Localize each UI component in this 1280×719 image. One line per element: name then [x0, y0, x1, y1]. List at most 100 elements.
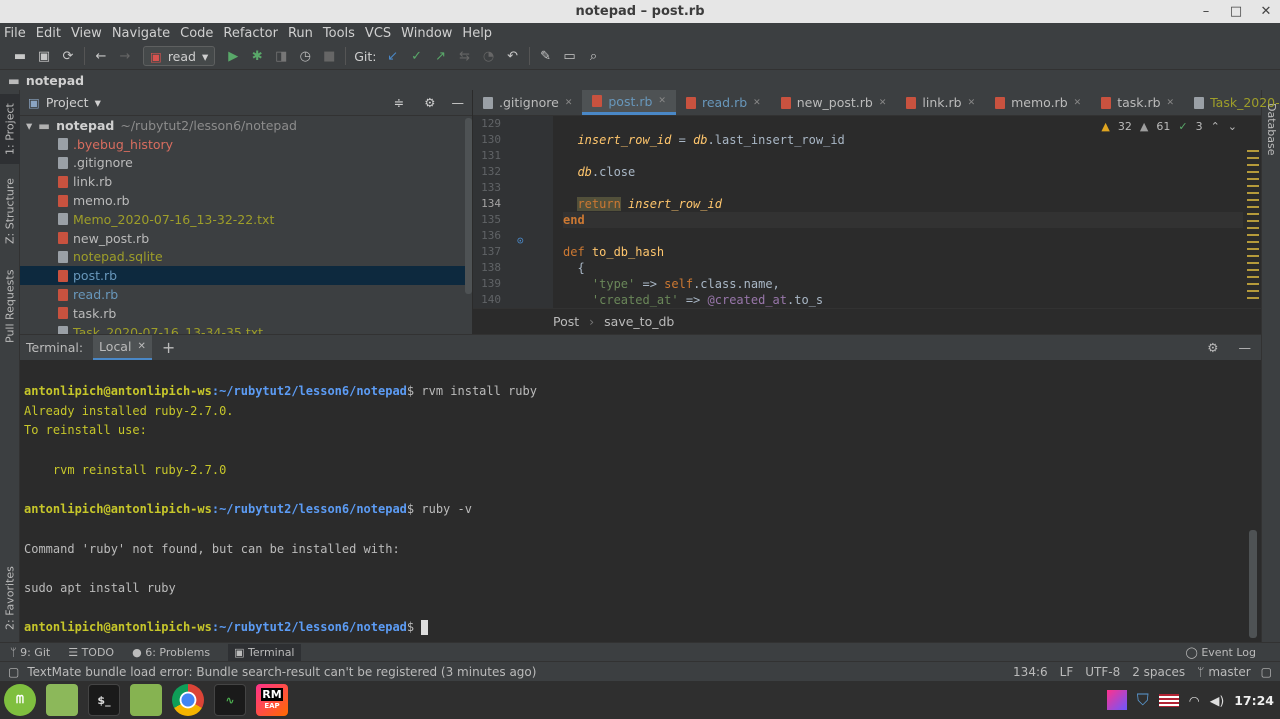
line-separator[interactable]: LF	[1060, 665, 1074, 679]
files-app-icon[interactable]	[130, 684, 162, 716]
rollback-icon[interactable]: ↶	[501, 45, 525, 67]
chevron-down-icon[interactable]: ⌄	[1228, 120, 1237, 133]
side-tab-project[interactable]: 1: Project	[0, 94, 20, 164]
run-config-select[interactable]: ▣ read ▾	[143, 46, 216, 66]
tree-file-item[interactable]: link.rb	[20, 172, 472, 191]
code-view[interactable]: insert_row_id = db.last_insert_row_id db…	[563, 116, 1243, 323]
add-icon[interactable]: +	[162, 338, 175, 357]
tree-file-item[interactable]: post.rb	[20, 266, 472, 286]
menu-run[interactable]: Run	[288, 26, 313, 41]
run-icon[interactable]: ▶	[221, 45, 245, 67]
editor-tab[interactable]: read.rb ✕	[676, 90, 771, 115]
close-icon[interactable]: ✕	[1167, 98, 1175, 108]
close-icon[interactable]: ✕	[137, 341, 145, 352]
profile-icon[interactable]: ◷	[293, 45, 317, 67]
nav-project-name[interactable]: notepad	[26, 73, 84, 88]
close-icon[interactable]: ✕	[879, 98, 887, 108]
tool-tab-problems[interactable]: ● 6: Problems	[132, 646, 210, 659]
editor-tab[interactable]: .gitignore ✕	[473, 90, 582, 115]
jetbrains-toolbox-icon[interactable]	[1106, 690, 1127, 710]
caret-position[interactable]: 134:6	[1013, 665, 1048, 679]
show-desktop-icon[interactable]	[46, 684, 78, 716]
menu-navigate[interactable]: Navigate	[112, 26, 170, 41]
tree-file-item[interactable]: Memo_2020-07-16_13-32-22.txt	[20, 210, 472, 229]
git-branch[interactable]: master	[1208, 665, 1250, 679]
menu-vcs[interactable]: VCS	[365, 26, 391, 41]
save-icon[interactable]: ▣	[32, 45, 56, 67]
close-icon[interactable]: ✕	[1258, 4, 1274, 19]
chevron-down-icon[interactable]: ▾	[95, 95, 101, 110]
forward-icon[interactable]: →	[113, 45, 137, 67]
error-stripe[interactable]	[1247, 150, 1259, 300]
editor-tab[interactable]: Task_2020-07-1	[1184, 90, 1280, 115]
gear-icon[interactable]: ⚙	[424, 95, 435, 110]
git-push-icon[interactable]: ↗	[429, 45, 453, 67]
tree-file-item[interactable]: .gitignore	[20, 154, 472, 173]
gear-icon[interactable]: ⚙	[1207, 340, 1218, 355]
chrome-app-icon[interactable]	[172, 684, 204, 716]
chevron-up-icon[interactable]: ⌃	[1211, 120, 1220, 133]
tree-file-item[interactable]: memo.rb	[20, 191, 472, 210]
open-folder-icon[interactable]: ▬	[8, 45, 32, 67]
history-icon[interactable]: ◔	[477, 45, 501, 67]
editor-tab[interactable]: new_post.rb ✕	[771, 90, 897, 115]
system-monitor-app-icon[interactable]: ∿	[214, 684, 246, 716]
hide-panel-icon[interactable]: —	[1239, 340, 1252, 355]
status-toggle-icon[interactable]: ▢	[8, 665, 19, 679]
editor-tab[interactable]: memo.rb ✕	[985, 90, 1091, 115]
tool-tab-git[interactable]: ᛘ 9: Git	[10, 646, 50, 659]
coverage-icon[interactable]: ◨	[269, 45, 293, 67]
shield-icon[interactable]: ⛉	[1137, 690, 1149, 710]
maximize-icon[interactable]: □	[1228, 4, 1244, 19]
breadcrumb-class[interactable]: Post	[553, 314, 579, 329]
lock-icon[interactable]: ▢	[1261, 665, 1272, 679]
side-tab-structure[interactable]: Z: Structure	[0, 176, 20, 246]
back-icon[interactable]: ←	[89, 45, 113, 67]
git-update-icon[interactable]: ↙	[381, 45, 405, 67]
collapse-all-icon[interactable]: ≑	[394, 95, 404, 110]
mint-menu-icon[interactable]: ᗰ	[4, 684, 36, 716]
inspection-widget[interactable]: ▲ 32 ▲ 61 ✓ 3 ⌃ ⌄	[1101, 120, 1237, 133]
project-panel-title[interactable]: Project	[46, 95, 89, 110]
terminal-scrollbar[interactable]	[1249, 530, 1257, 638]
editor-tab[interactable]: post.rb ✕	[582, 90, 676, 115]
editor-tab[interactable]: link.rb ✕	[896, 90, 985, 115]
wifi-icon[interactable]: ◠	[1189, 693, 1200, 708]
tree-file-item[interactable]: read.rb	[20, 285, 472, 304]
git-commit-icon[interactable]: ✓	[405, 45, 429, 67]
tree-file-item[interactable]: new_post.rb	[20, 229, 472, 248]
editor-tab[interactable]: task.rb ✕	[1091, 90, 1184, 115]
tree-file-item[interactable]: .byebug_history	[20, 135, 472, 154]
keyboard-layout-icon[interactable]	[1158, 693, 1179, 707]
debug-icon[interactable]: ✱	[245, 45, 269, 67]
search-icon[interactable]: ⌕	[582, 45, 606, 67]
close-icon[interactable]: ✕	[658, 96, 666, 106]
menu-edit[interactable]: Edit	[36, 26, 61, 41]
tree-file-item[interactable]: task.rb	[20, 304, 472, 323]
indent-setting[interactable]: 2 spaces	[1132, 665, 1185, 679]
override-marker-icon[interactable]: ⊙	[517, 234, 524, 247]
side-tab-favorites[interactable]: 2: Favorites	[0, 558, 20, 638]
event-log-button[interactable]: ◯ Event Log	[1186, 646, 1256, 659]
menu-view[interactable]: View	[71, 26, 102, 41]
hide-panel-icon[interactable]: —	[452, 95, 465, 110]
menu-refactor[interactable]: Refactor	[223, 26, 278, 41]
close-icon[interactable]: ✕	[565, 98, 573, 108]
volume-icon[interactable]: ◀)	[1210, 693, 1225, 708]
side-tab-pull-requests[interactable]: Pull Requests	[0, 266, 20, 346]
close-icon[interactable]: ✕	[1074, 98, 1082, 108]
tree-root[interactable]: ▾ ▬ notepad ~/rubytut2/lesson6/notepad	[20, 116, 472, 135]
menu-file[interactable]: File	[4, 26, 26, 41]
status-message[interactable]: TextMate bundle load error: Bundle searc…	[27, 665, 536, 679]
minimize-icon[interactable]: –	[1198, 4, 1214, 19]
git-compare-icon[interactable]: ⇆	[453, 45, 477, 67]
file-encoding[interactable]: UTF-8	[1085, 665, 1120, 679]
project-scrollbar[interactable]	[465, 118, 472, 294]
clock[interactable]: 17:24	[1234, 693, 1274, 708]
tree-file-item[interactable]: notepad.sqlite	[20, 248, 472, 267]
close-icon[interactable]: ✕	[968, 98, 976, 108]
sync-icon[interactable]: ⟳	[56, 45, 80, 67]
settings-wrench-icon[interactable]: ✎	[534, 45, 558, 67]
menu-tools[interactable]: Tools	[323, 26, 355, 41]
terminal-app-icon[interactable]: $_	[88, 684, 120, 716]
